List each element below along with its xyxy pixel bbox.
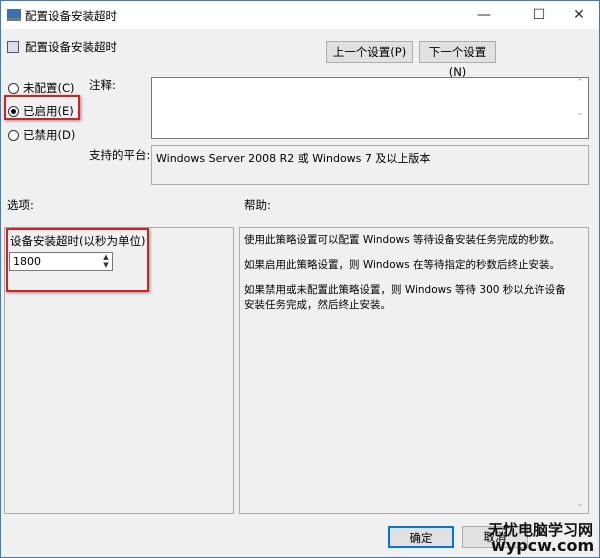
policy-app-icon <box>7 9 21 21</box>
radio-circle-icon <box>8 82 19 94</box>
scrollbar[interactable]: ⌄ <box>572 497 588 513</box>
comment-label: 注释: <box>89 78 116 92</box>
radio-circle-icon <box>8 129 19 141</box>
comment-textarea[interactable]: ⌃ ⌄ <box>151 77 589 139</box>
radio-disabled[interactable]: 已禁用(D) <box>8 127 75 143</box>
setting-icon <box>7 41 19 53</box>
platform-label: 支持的平台: <box>89 148 151 162</box>
radio-label: 已禁用(D) <box>23 128 76 142</box>
watermark-url: wypcw.com <box>491 536 595 555</box>
help-paragraph: 使用此策略设置可以配置 Windows 等待设备安装任务完成的秒数。 <box>244 234 561 246</box>
dialog-window: 配置设备安装超时 — ☐ ✕ 配置设备安装超时 上一个设置(P) 下一个设置(N… <box>0 0 600 558</box>
scrollbar[interactable]: ⌃ ⌄ <box>572 78 588 138</box>
title-bar: 配置设备安装超时 — ☐ ✕ <box>1 1 599 29</box>
help-paragraph: 如果禁用或未配置此策略设置，则 Windows 等待 300 秒以允许设备安装任… <box>244 284 566 311</box>
help-label: 帮助: <box>244 198 271 212</box>
help-panel: 使用此策略设置可以配置 Windows 等待设备安装任务完成的秒数。 如果启用此… <box>239 227 589 514</box>
ok-button[interactable]: 确定 <box>388 526 454 548</box>
scrollbar[interactable] <box>572 146 588 184</box>
options-label: 选项: <box>7 198 34 212</box>
setting-title: 配置设备安装超时 <box>25 40 117 54</box>
previous-setting-button[interactable]: 上一个设置(P) <box>326 41 413 63</box>
platform-value: Windows Server 2008 R2 或 Windows 7 及以上版本 <box>156 152 431 165</box>
close-button[interactable]: ✕ <box>556 1 600 29</box>
platform-field: Windows Server 2008 R2 或 Windows 7 及以上版本 <box>151 145 589 185</box>
highlight-box <box>4 95 80 120</box>
next-setting-button[interactable]: 下一个设置(N) <box>419 41 496 79</box>
radio-label: 未配置(C) <box>23 81 75 95</box>
help-paragraph: 如果启用此策略设置，则 Windows 在等待指定的秒数后终止安装。 <box>244 259 561 271</box>
minimize-button[interactable]: — <box>461 1 507 29</box>
radio-not-configured[interactable]: 未配置(C) <box>8 80 75 96</box>
highlight-box <box>6 228 149 292</box>
window-title: 配置设备安装超时 <box>25 9 117 23</box>
